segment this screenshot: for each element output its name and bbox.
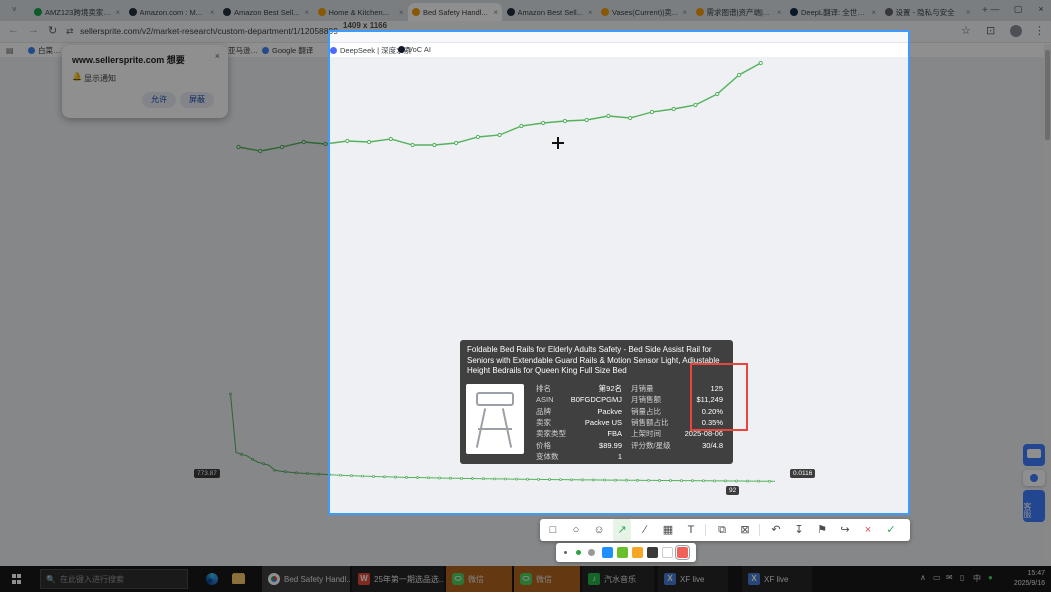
color-swatch[interactable]: [617, 547, 628, 558]
snip-toolbar: □○☺↗∕▦T ⧉⊠ ↶↧⚑↪×✓: [540, 519, 910, 541]
stroke-size-dot[interactable]: [576, 550, 581, 555]
snip-pin-tool-icon[interactable]: ⚑: [813, 519, 831, 541]
color-swatch[interactable]: [632, 547, 643, 558]
snip-share-tool-icon[interactable]: ↪: [836, 519, 854, 541]
snip-rect-tool-icon[interactable]: □: [544, 519, 562, 541]
snip-selection-rectangle[interactable]: [328, 30, 910, 515]
toolbar-separator: [759, 524, 760, 536]
snip-pen-tool-icon[interactable]: ∕: [636, 519, 654, 541]
toolbar-separator: [705, 524, 706, 536]
snip-text-tool-icon[interactable]: T: [682, 519, 700, 541]
snip-color-palette: [556, 543, 696, 562]
snip-dim-top: [0, 0, 1051, 32]
snip-dim-left: [0, 32, 330, 515]
color-swatch[interactable]: [602, 547, 613, 558]
snip-cancel-tool-icon[interactable]: ×: [859, 519, 877, 541]
snip-confirm-tool-icon[interactable]: ✓: [882, 519, 900, 541]
color-swatch[interactable]: [662, 547, 673, 558]
desktop: ˅ AMZ123跨境卖家导航×Amazon.com : M...×Amazon …: [0, 0, 1051, 592]
snip-emoji-tool-icon[interactable]: ☺: [590, 519, 608, 541]
stroke-size-dot[interactable]: [588, 549, 595, 556]
snip-size-label: 1409 x 1166: [343, 21, 387, 30]
snip-undo-tool-icon[interactable]: ↶: [767, 519, 785, 541]
snip-copy-tool-icon[interactable]: ⧉: [713, 519, 731, 541]
stroke-size-dot[interactable]: [564, 551, 567, 554]
snip-ellipse-tool-icon[interactable]: ○: [567, 519, 585, 541]
snip-dim-right: [910, 32, 1051, 515]
snip-mosaic-tool-icon[interactable]: ▦: [659, 519, 677, 541]
color-swatch[interactable]: [647, 547, 658, 558]
snip-arrow-tool-icon[interactable]: ↗: [613, 519, 631, 541]
snip-save-tool-icon[interactable]: ↧: [790, 519, 808, 541]
color-swatch[interactable]: [677, 547, 688, 558]
snip-ocr-tool-icon[interactable]: ⊠: [736, 519, 754, 541]
